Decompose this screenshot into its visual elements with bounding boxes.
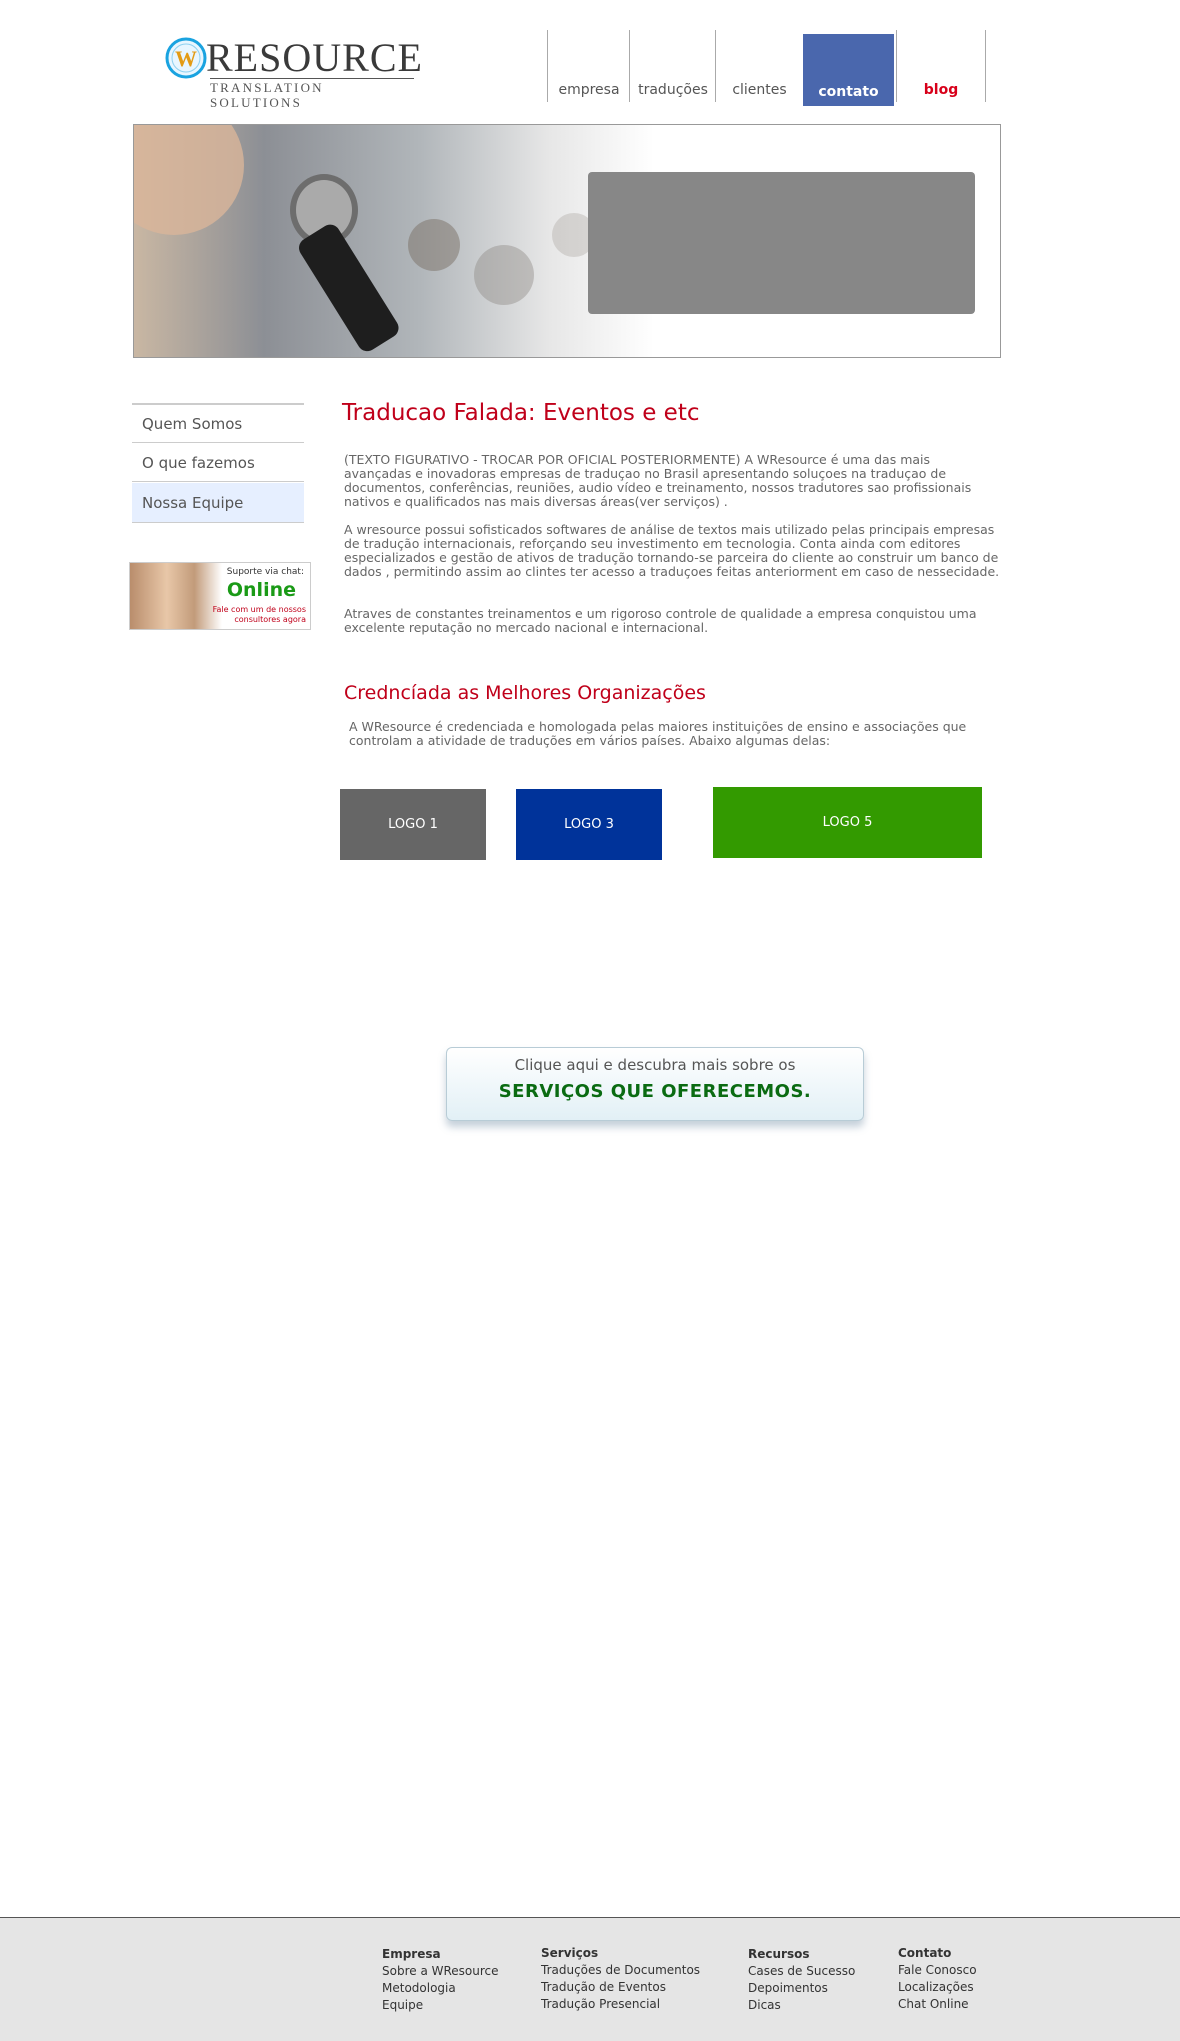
intro-paragraph: (TEXTO FIGURATIVO - TROCAR POR OFICIAL P… [344,452,972,509]
footer-link[interactable]: Fale Conosco [898,1962,977,1979]
credentials-paragraph: A WResource é credenciada e homologada p… [349,719,967,748]
footer-link[interactable]: Cases de Sucesso [748,1963,855,1980]
sidebar-item-o-que-fazemos[interactable]: O que fazemos [132,444,304,482]
svg-text:W: W [175,46,197,71]
footer-column-servicos: Serviços Traduções de Documentos Traduçã… [541,1945,700,2013]
banner-microphone-image [134,125,654,357]
footer-link[interactable]: Equipe [382,1997,499,2014]
chat-status: Online [226,579,296,601]
footer-heading: Contato [898,1946,952,1960]
logo-tagline: TRANSLATION SOLUTIONS [210,78,414,110]
footer-heading: Serviços [541,1946,599,1960]
footer-column-contato: Contato Fale Conosco Localizações Chat O… [898,1945,977,2013]
sidebar-item-quem-somos[interactable]: Quem Somos [132,405,304,443]
footer-heading: Recursos [748,1947,810,1961]
hero-banner [133,124,1001,358]
footer-heading: Empresa [382,1947,441,1961]
logo-globe-icon: W [165,37,207,79]
technology-paragraph: A wresource possui sofisticados software… [344,522,1000,579]
chat-label: Suporte via chat: [226,567,304,577]
chat-support-widget[interactable]: Suporte via chat: Online Fale com um de … [129,562,311,630]
footer-link[interactable]: Chat Online [898,1996,977,2013]
page-title: Traducao Falada: Eventos e etc [342,400,700,426]
chat-subtext: Fale com um de nossos consultores agora [212,605,306,624]
section-title: Credncíada as Melhores Organizações [344,682,706,704]
nav-empresa[interactable]: empresa [547,30,630,102]
partner-logo-1[interactable]: LOGO 1 [340,789,486,860]
footer-link[interactable]: Depoimentos [748,1980,855,1997]
banner-text-box [588,172,975,314]
footer-link[interactable]: Tradução de Eventos [541,1979,700,1996]
footer-link[interactable]: Traduções de Documentos [541,1962,700,1979]
services-cta-button[interactable]: Clique aqui e descubra mais sobre os SER… [446,1047,864,1121]
footer-link[interactable]: Sobre a WResource [382,1963,499,1980]
partner-logo-5[interactable]: LOGO 5 [713,787,982,858]
nav-contato[interactable]: contato [803,34,894,106]
cta-line-2: SERVIÇOS QUE OFERECEMOS. [498,1081,812,1102]
footer-column-empresa: Empresa Sobre a WResource Metodologia Eq… [382,1946,499,2014]
footer-link[interactable]: Dicas [748,1997,855,2014]
partner-logo-3[interactable]: LOGO 3 [516,789,662,860]
cta-line-1: Clique aqui e descubra mais sobre os [514,1056,796,1074]
sidebar-item-nossa-equipe[interactable]: Nossa Equipe [132,483,304,523]
site-logo[interactable]: W RESOURCE TRANSLATION SOLUTIONS [164,34,422,110]
footer-link[interactable]: Metodologia [382,1980,499,1997]
nav-traducoes[interactable]: traduções [629,30,716,102]
quality-paragraph: Atraves de constantes treinamentos e um … [344,606,977,635]
site-footer: Empresa Sobre a WResource Metodologia Eq… [0,1917,1180,2041]
footer-column-recursos: Recursos Cases de Sucesso Depoimentos Di… [748,1946,855,2014]
nav-clientes[interactable]: clientes [715,30,803,102]
footer-link[interactable]: Localizações [898,1979,977,1996]
logo-brand-text: RESOURCE [206,35,423,80]
footer-link[interactable]: Tradução Presencial [541,1996,700,2013]
nav-blog[interactable]: blog [896,30,986,102]
